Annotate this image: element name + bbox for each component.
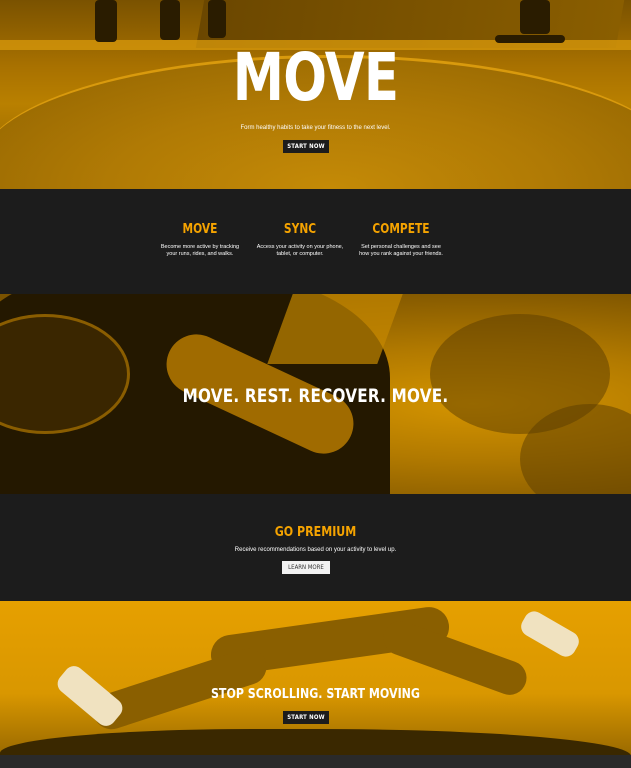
football-banner-section: MOVE. REST. RECOVER. MOVE.: [0, 294, 631, 494]
runner-cta-section: STOP SCROLLING. START MOVING START NOW: [0, 601, 631, 755]
cta-tagline: STOP SCROLLING. START MOVING: [210, 687, 421, 702]
hero-title: MOVE: [232, 39, 399, 116]
feature-description-line: tablet, or computer.: [276, 251, 324, 257]
skater-figure-image: [520, 0, 550, 34]
hero-section: MOVE Form healthy habits to take your fi…: [0, 0, 631, 189]
premium-title: GO PREMIUM: [274, 525, 357, 540]
premium-subtitle: Receive recommendations based on your ac…: [234, 547, 397, 553]
hero-start-now-button[interactable]: START NOW: [283, 140, 329, 153]
banner-tagline: MOVE. REST. RECOVER. MOVE.: [182, 385, 449, 407]
feature-title: MOVE: [182, 222, 218, 237]
feature-description: Set personal challenges and see how you …: [351, 244, 451, 258]
feature-description: Access your activity on your phone, tabl…: [250, 244, 350, 258]
feature-description-line: Become more active by tracking: [160, 244, 240, 250]
feature-description-line: Set personal challenges and see: [361, 244, 441, 250]
footer-strip: [0, 755, 631, 768]
cta-start-now-button[interactable]: START NOW: [283, 711, 329, 724]
skater-figure-image: [208, 0, 226, 38]
feature-sync: SYNC Access your activity on your phone,…: [250, 221, 350, 258]
hero-subtitle: Form healthy habits to take your fitness…: [240, 125, 391, 131]
feature-move: MOVE Become more active by tracking your…: [150, 221, 250, 258]
learn-more-button[interactable]: LEARN MORE: [282, 561, 330, 574]
feature-description-line: how you rank against your friends.: [359, 251, 443, 257]
feature-description: Become more active by tracking your runs…: [150, 244, 250, 258]
runner-shoe-image: [517, 607, 583, 661]
feature-compete: COMPETE Set personal challenges and see …: [351, 221, 451, 258]
treeline-image: [0, 729, 631, 755]
skater-figure-image: [160, 0, 180, 40]
features-section: MOVE Become more active by tracking your…: [0, 189, 631, 294]
skater-figure-image: [95, 0, 117, 42]
feature-description-line: your runs, rides, and walks.: [166, 251, 234, 257]
premium-section: GO PREMIUM Receive recommendations based…: [0, 494, 631, 601]
feature-description-line: Access your activity on your phone,: [256, 244, 344, 250]
feature-title: COMPETE: [372, 222, 430, 237]
feature-title: SYNC: [283, 222, 317, 237]
